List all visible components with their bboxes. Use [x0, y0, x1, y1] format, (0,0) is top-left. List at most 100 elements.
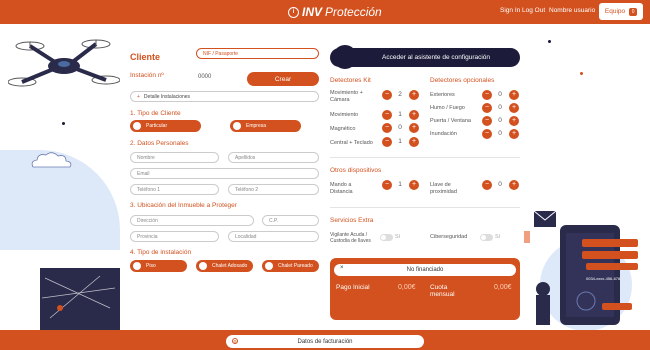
logo-mark-icon: i [288, 6, 299, 18]
otros-label: Llave de proximidad [430, 182, 457, 195]
team-count-badge: 0 [629, 7, 638, 16]
decor-dot [548, 40, 551, 43]
billing-button[interactable]: ⚙ Datos de facturación [226, 335, 424, 348]
extra-label: Vigilante Acuda / Custodia de llaves [330, 232, 371, 244]
cp-input[interactable]: C.P. [262, 215, 319, 226]
optional-value: 0 [498, 91, 502, 98]
toggle-text: Sí [395, 234, 401, 240]
telefono1-input[interactable]: Teléfono 1 [130, 184, 219, 195]
log-out-link[interactable]: Log Out [522, 7, 545, 14]
minus-button[interactable]: − [382, 123, 392, 133]
crear-button[interactable]: Crear [247, 72, 319, 86]
instalacion-value: 0000 [198, 74, 212, 80]
minus-button[interactable]: − [382, 180, 392, 190]
logo-subtitle: Protección [325, 5, 382, 19]
plus-button[interactable]: + [409, 180, 419, 190]
toggle-text: Sí [495, 234, 501, 240]
logo: i INV Protección [288, 5, 382, 19]
particular-radio[interactable]: Particular [130, 120, 201, 132]
otros-title: Otros dispositivos [330, 167, 382, 174]
divider [330, 157, 520, 158]
logo-brand: INV [302, 5, 323, 19]
detalle-instalaciones-button[interactable]: + Detalle Instalaciones [130, 91, 319, 102]
minus-button[interactable]: − [482, 129, 492, 139]
datos-title: 2. Datos Personales [130, 140, 189, 147]
optional-label: Puerta / Ventana [430, 118, 471, 124]
radio-icon [199, 262, 207, 270]
cuota-amount: 0,00€ [494, 284, 512, 291]
otros-value: 0 [498, 181, 502, 188]
optional-title: Detectores opcionales [430, 77, 495, 84]
kit-value: 0 [398, 124, 402, 131]
plus-button[interactable]: + [509, 180, 519, 190]
empresa-label: Empresa [246, 123, 267, 129]
username-link[interactable]: Nombre usuario [549, 7, 595, 14]
provincia-input[interactable]: Provincia [130, 231, 219, 242]
chalet-adosado-radio[interactable]: Chalet Adosado [196, 260, 253, 272]
plus-button[interactable]: + [409, 123, 419, 133]
minus-button[interactable]: − [482, 103, 492, 113]
plus-button[interactable]: + [409, 90, 419, 100]
direccion-input[interactable]: Dirección [130, 215, 254, 226]
server-illustration [40, 268, 120, 330]
billing-label: Datos de facturación [297, 338, 353, 345]
nombre-input[interactable]: Nombre [130, 152, 219, 163]
drone-illustration [8, 39, 120, 87]
close-icon[interactable]: × [340, 265, 344, 271]
optional-label: Inundación [430, 131, 457, 137]
radio-icon [133, 262, 141, 270]
sign-in-link[interactable]: Sign In [500, 7, 520, 14]
piso-label: Piso [146, 263, 156, 269]
kit-label: Movimiento [330, 112, 359, 118]
minus-button[interactable]: − [482, 180, 492, 190]
vigilante-toggle[interactable] [380, 234, 393, 241]
kit-value: 1 [398, 138, 402, 145]
plus-button[interactable]: + [509, 129, 519, 139]
team-label: Equipo [604, 8, 626, 15]
minus-button[interactable]: − [382, 137, 392, 147]
minus-button[interactable]: − [482, 90, 492, 100]
kit-value: 2 [398, 91, 402, 98]
divider [330, 207, 520, 208]
kit-label: Magnético [330, 126, 356, 132]
ciberseguridad-toggle[interactable] [480, 234, 493, 241]
plus-button[interactable]: + [409, 137, 419, 147]
piso-radio[interactable]: Piso [130, 260, 187, 272]
plus-icon: + [137, 93, 140, 100]
apellidos-input[interactable]: Apellidos [228, 152, 319, 163]
particular-label: Particular [146, 123, 168, 129]
detalle-label: Detalle Instalaciones [143, 93, 191, 100]
plus-button[interactable]: + [509, 103, 519, 113]
plus-button[interactable]: + [509, 90, 519, 100]
kit-label: Central + Teclado [330, 140, 373, 146]
tipo-cliente-title: 1. Tipo de Cliente [130, 110, 181, 117]
decor-dot [62, 122, 65, 125]
otros-label: Mando a Distancia [330, 182, 353, 195]
optional-value: 0 [498, 104, 502, 111]
phone-illustration [524, 210, 638, 330]
team-button[interactable]: Equipo 0 [599, 3, 643, 20]
plus-button[interactable]: + [509, 116, 519, 126]
extra-label: Ciberseguridad [430, 234, 468, 240]
minus-button[interactable]: − [382, 90, 392, 100]
chalet-adosado-label: Chalet Adosado [212, 263, 248, 269]
kit-value: 1 [398, 111, 402, 118]
minus-button[interactable]: − [482, 116, 492, 126]
tipo-instalacion-title: 4. Tipo de instalación [130, 249, 192, 256]
optional-value: 0 [498, 117, 502, 124]
pago-amount: 0,00€ [398, 284, 416, 291]
localidad-input[interactable]: Localidad [228, 231, 319, 242]
telefono2-input[interactable]: Teléfono 2 [228, 184, 319, 195]
extra-title: Servicios Extra [330, 217, 374, 224]
empresa-radio[interactable]: Empresa [230, 120, 301, 132]
assistant-button[interactable]: Acceder al asistente de configuración [330, 48, 520, 67]
chalet-pareado-radio[interactable]: Chalet Pareado [262, 260, 319, 272]
radio-icon [133, 122, 141, 130]
minus-button[interactable]: − [382, 110, 392, 120]
finance-select[interactable]: No financiado [334, 264, 516, 276]
phone-number: 0034-xxxx-456-678 [586, 276, 621, 281]
email-input[interactable]: Email [130, 168, 319, 179]
nif-input[interactable]: NIF / Pasaporte [196, 48, 319, 59]
plus-button[interactable]: + [409, 110, 419, 120]
instalacion-label: Instación nº [130, 72, 164, 79]
